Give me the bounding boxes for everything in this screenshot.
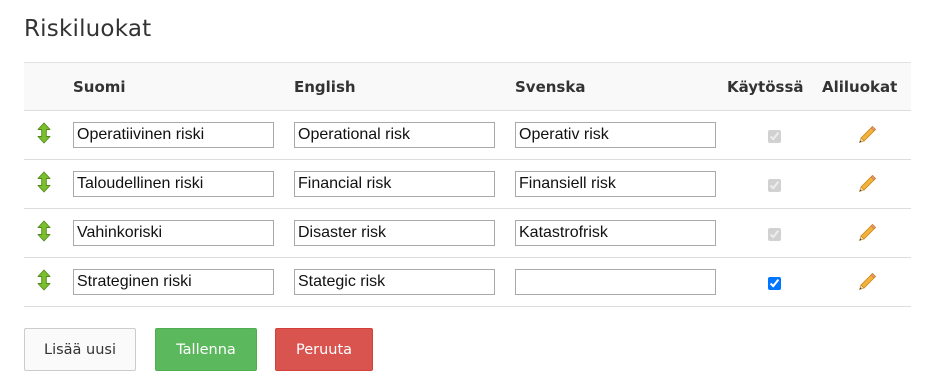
english-cell: [294, 111, 515, 160]
english-name-input[interactable]: [294, 122, 495, 148]
drag-handle-icon[interactable]: [37, 171, 51, 193]
active-checkbox: [768, 178, 781, 192]
add-new-button[interactable]: Lisää uusi: [24, 328, 136, 371]
header-swedish: Svenska: [515, 77, 586, 96]
finnish-name-input[interactable]: [73, 269, 274, 295]
finnish-cell: [73, 160, 294, 209]
swedish-name-input[interactable]: [515, 171, 716, 197]
subclasses-cell: [822, 258, 911, 307]
active-cell: [727, 111, 822, 160]
drag-handle-icon[interactable]: [37, 122, 51, 144]
finnish-name-input[interactable]: [73, 171, 274, 197]
table-header-row: Suomi English Svenska Käytössä Aliluokat: [24, 62, 911, 111]
english-name-input[interactable]: [294, 220, 495, 246]
finnish-name-input[interactable]: [73, 122, 274, 148]
english-name-input[interactable]: [294, 269, 495, 295]
english-cell: [294, 209, 515, 258]
swedish-cell: [515, 209, 727, 258]
finnish-name-input[interactable]: [73, 220, 274, 246]
drag-cell: [24, 111, 73, 160]
drag-cell: [24, 209, 73, 258]
subclasses-cell: [822, 160, 911, 209]
active-checkbox: [768, 227, 781, 241]
pencil-icon[interactable]: [856, 173, 878, 195]
swedish-name-input[interactable]: [515, 269, 716, 295]
page-title: Riskiluokat: [24, 16, 152, 42]
table-row: [24, 258, 911, 307]
header-subclasses: Aliluokat: [822, 77, 898, 96]
table-row: [24, 160, 911, 209]
pencil-icon[interactable]: [856, 222, 878, 244]
cancel-button[interactable]: Peruuta: [275, 328, 373, 371]
swedish-name-input[interactable]: [515, 220, 716, 246]
save-button[interactable]: Tallenna: [155, 328, 257, 371]
table-row: [24, 209, 911, 258]
swedish-cell: [515, 111, 727, 160]
header-finnish: Suomi: [73, 77, 126, 96]
subclasses-cell: [822, 111, 911, 160]
english-cell: [294, 258, 515, 307]
active-cell: [727, 160, 822, 209]
drag-handle-icon[interactable]: [37, 220, 51, 242]
table-row: [24, 111, 911, 160]
english-cell: [294, 160, 515, 209]
drag-cell: [24, 258, 73, 307]
active-checkbox[interactable]: [768, 276, 781, 290]
english-name-input[interactable]: [294, 171, 495, 197]
swedish-cell: [515, 258, 727, 307]
header-active: Käytössä: [727, 77, 804, 96]
finnish-cell: [73, 258, 294, 307]
active-checkbox: [768, 129, 781, 143]
active-cell: [727, 209, 822, 258]
active-cell: [727, 258, 822, 307]
swedish-cell: [515, 160, 727, 209]
header-drag: [24, 63, 73, 111]
swedish-name-input[interactable]: [515, 122, 716, 148]
header-english: English: [294, 77, 356, 96]
drag-cell: [24, 160, 73, 209]
subclasses-cell: [822, 209, 911, 258]
pencil-icon[interactable]: [856, 271, 878, 293]
risk-classes-table: Suomi English Svenska Käytössä Aliluokat: [24, 62, 911, 307]
drag-handle-icon[interactable]: [37, 269, 51, 291]
finnish-cell: [73, 209, 294, 258]
finnish-cell: [73, 111, 294, 160]
pencil-icon[interactable]: [856, 124, 878, 146]
